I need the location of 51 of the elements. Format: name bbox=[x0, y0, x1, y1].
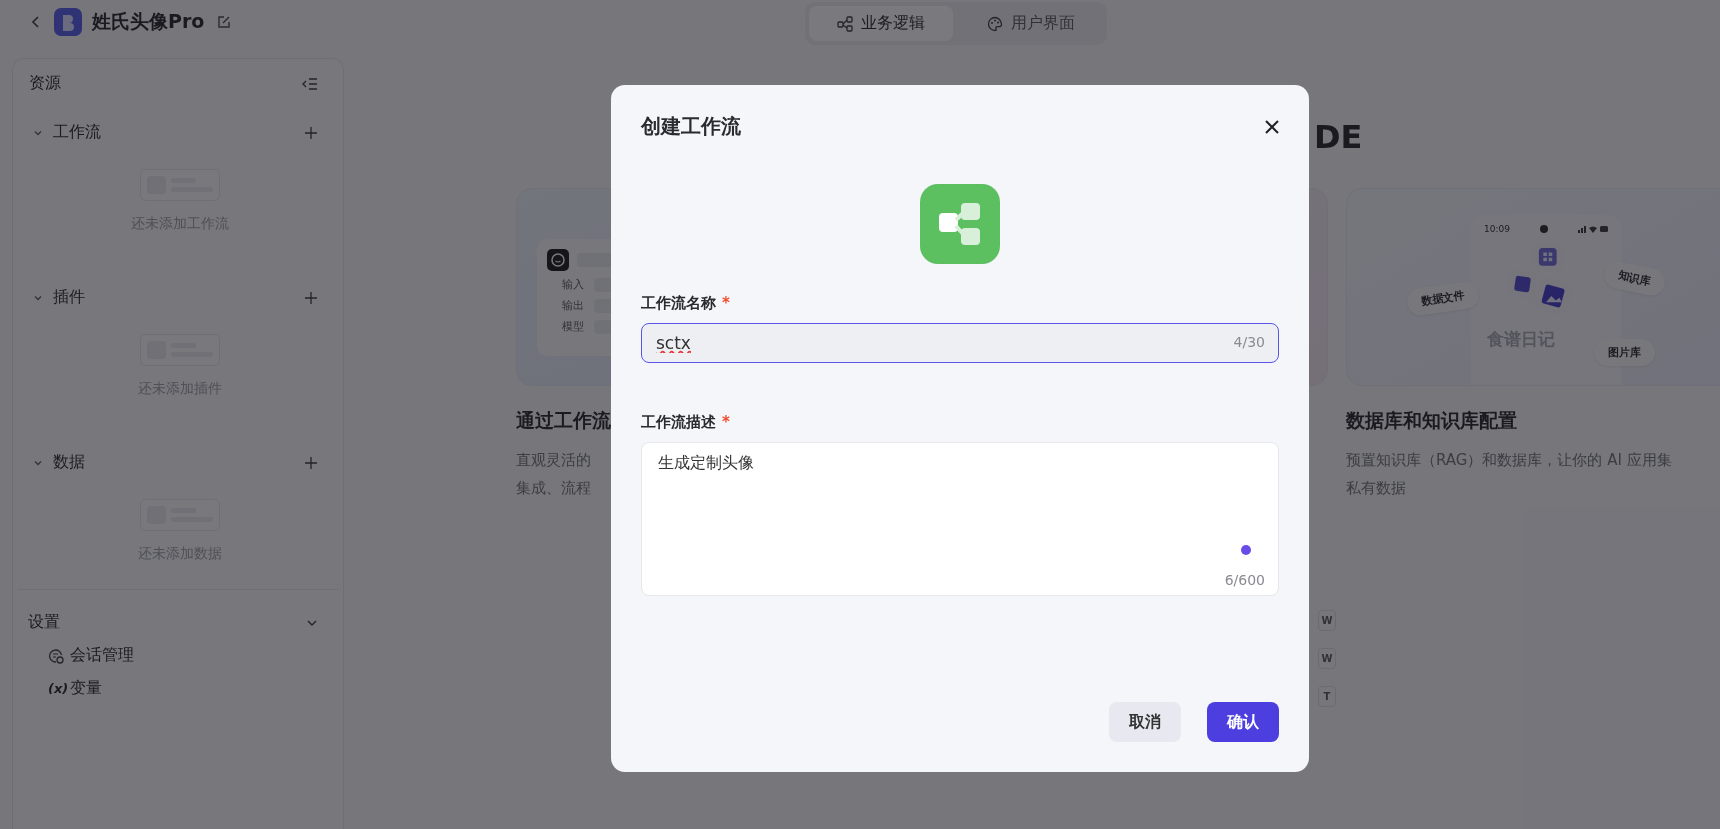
status-icons bbox=[1578, 225, 1608, 233]
back-icon[interactable] bbox=[30, 14, 42, 30]
key-badge: T bbox=[1318, 686, 1336, 707]
description-line: 私有数据 bbox=[1346, 478, 1406, 499]
settings-label: 变量 bbox=[70, 678, 102, 699]
plus-icon[interactable] bbox=[305, 456, 317, 469]
workflow-icon bbox=[920, 184, 1000, 264]
palette-icon bbox=[987, 15, 1003, 32]
sidebar-title: 资源 bbox=[29, 73, 61, 94]
description-line: 集成、流程 bbox=[516, 478, 591, 499]
chat-gear-icon bbox=[48, 647, 64, 664]
app-title: 姓氏头像Pro bbox=[92, 9, 205, 34]
dot-icon bbox=[1241, 545, 1251, 555]
field-label: 工作流名称 bbox=[641, 294, 716, 313]
section-title[interactable]: 数据 bbox=[53, 452, 295, 473]
tag-pill: 图片库 bbox=[1594, 339, 1655, 366]
edit-icon[interactable] bbox=[216, 14, 233, 30]
settings-label: 会话管理 bbox=[70, 645, 134, 666]
section-title[interactable]: 插件 bbox=[53, 287, 295, 308]
confirm-button[interactable]: 确认 bbox=[1207, 702, 1279, 742]
settings-item[interactable]: 会话管理 bbox=[28, 645, 318, 666]
description-line: 直观灵活的 bbox=[516, 450, 591, 471]
cancel-button[interactable]: 取消 bbox=[1109, 702, 1181, 742]
tab[interactable]: 用户界面 bbox=[959, 6, 1103, 41]
field-label: 输入 bbox=[562, 277, 584, 292]
camera-icon bbox=[1539, 225, 1548, 233]
field-label: 输出 bbox=[562, 298, 584, 313]
bot-icon bbox=[547, 249, 569, 271]
settings-item[interactable]: (x)变量 bbox=[28, 678, 318, 699]
tab[interactable]: 业务逻辑 bbox=[809, 6, 953, 41]
required-mark: * bbox=[722, 413, 730, 432]
char-counter: 6/600 bbox=[1224, 572, 1265, 588]
key-badge: W bbox=[1318, 610, 1336, 631]
dialog-title: 创建工作流 bbox=[641, 113, 741, 140]
status-time: 10:09 bbox=[1484, 224, 1510, 234]
section-title[interactable]: 设置 bbox=[28, 612, 60, 633]
close-icon[interactable] bbox=[1265, 119, 1279, 134]
collapse-icon[interactable] bbox=[302, 76, 318, 91]
plus-icon[interactable] bbox=[305, 126, 317, 139]
card-title: 通过工作流 bbox=[516, 408, 611, 433]
field-label: 工作流描述 bbox=[641, 413, 716, 432]
app-logo bbox=[54, 8, 82, 36]
field-label: 模型 bbox=[562, 319, 584, 334]
key-badge: W bbox=[1318, 648, 1336, 669]
section-title[interactable]: 工作流 bbox=[53, 122, 295, 143]
required-mark: * bbox=[722, 294, 730, 313]
page-heading: DE bbox=[1314, 118, 1363, 158]
char-counter: 4/30 bbox=[1233, 334, 1265, 350]
card-title: 数据库和知识库配置 bbox=[1346, 408, 1517, 433]
plus-icon[interactable] bbox=[305, 291, 317, 304]
nodes-icon bbox=[837, 15, 853, 32]
